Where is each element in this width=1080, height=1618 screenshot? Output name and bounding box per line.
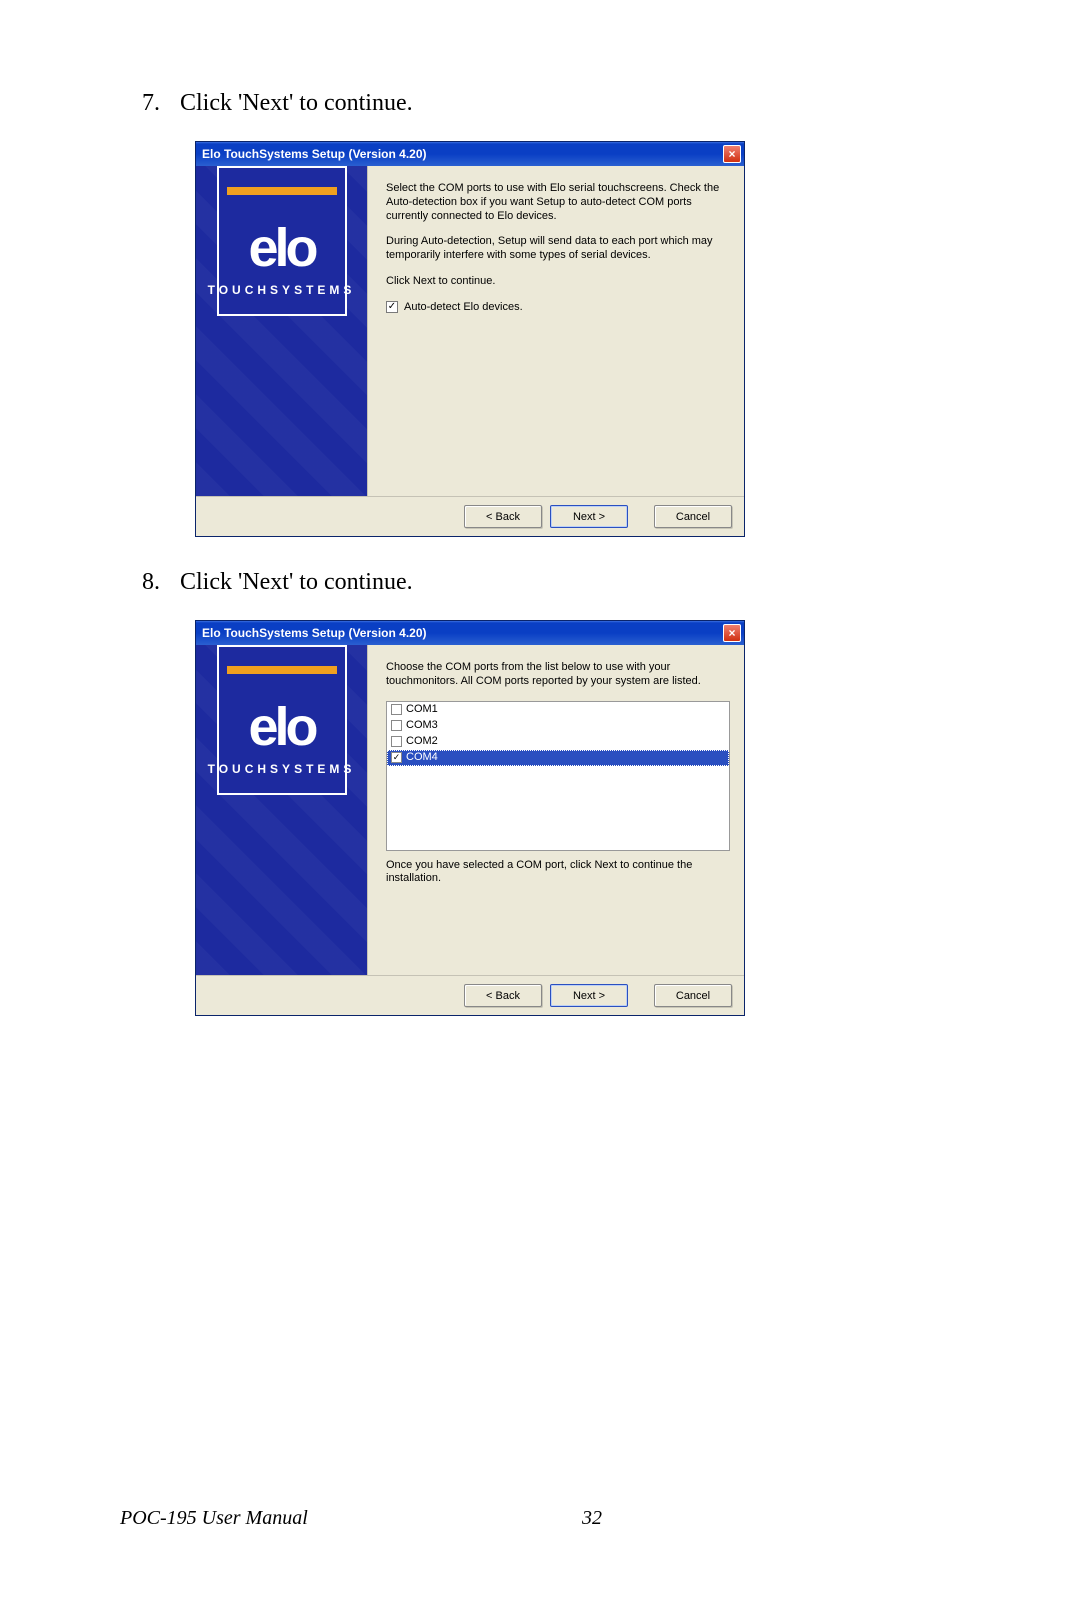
logo-word: elo bbox=[248, 680, 314, 752]
next-label: Next > bbox=[573, 990, 605, 1002]
logo-subtext: TOUCHSYSTEMS bbox=[208, 283, 356, 297]
next-label: Next > bbox=[573, 511, 605, 523]
doc-title: POC-195 User Manual bbox=[120, 1507, 582, 1530]
back-button[interactable]: < Back bbox=[464, 984, 542, 1007]
list-item[interactable]: COM2 bbox=[387, 734, 729, 750]
list-item-label: COM1 bbox=[406, 703, 438, 717]
step-number: 7. bbox=[120, 90, 180, 117]
autodetect-checkbox[interactable] bbox=[386, 301, 398, 313]
com1-checkbox[interactable] bbox=[391, 704, 402, 715]
content-panel: Choose the COM ports from the list below… bbox=[368, 645, 744, 975]
cancel-button[interactable]: Cancel bbox=[654, 505, 732, 528]
step-text: Click 'Next' to continue. bbox=[180, 569, 413, 596]
next-button[interactable]: Next > bbox=[550, 984, 628, 1007]
dialog-body: elo TOUCHSYSTEMS Select the COM ports to… bbox=[196, 166, 744, 496]
list-item[interactable]: COM3 bbox=[387, 718, 729, 734]
window-title: Elo TouchSystems Setup (Version 4.20) bbox=[202, 147, 427, 161]
step-8-row: 8. Click 'Next' to continue. bbox=[120, 569, 960, 596]
instruction-p2: Once you have selected a COM port, click… bbox=[386, 859, 730, 887]
instruction-p1: Choose the COM ports from the list below… bbox=[386, 661, 730, 689]
list-item-label: COM4 bbox=[406, 751, 438, 765]
close-icon: × bbox=[728, 148, 735, 160]
cancel-button[interactable]: Cancel bbox=[654, 984, 732, 1007]
elo-logo: elo TOUCHSYSTEMS bbox=[217, 645, 347, 795]
cancel-label: Cancel bbox=[676, 511, 710, 523]
autodetect-checkbox-row[interactable]: Auto-detect Elo devices. bbox=[386, 301, 730, 315]
dialog-body: elo TOUCHSYSTEMS Choose the COM ports fr… bbox=[196, 645, 744, 975]
next-button[interactable]: Next > bbox=[550, 505, 628, 528]
button-bar: < Back Next > Cancel bbox=[196, 496, 744, 536]
logo-word: elo bbox=[248, 201, 314, 273]
logo-bar bbox=[227, 187, 337, 195]
instruction-p3: Click Next to continue. bbox=[386, 275, 730, 289]
setup-dialog-autodetect: Elo TouchSystems Setup (Version 4.20) × … bbox=[195, 141, 745, 537]
step-text: Click 'Next' to continue. bbox=[180, 90, 413, 117]
page-footer: POC-195 User Manual 32 bbox=[120, 1507, 960, 1530]
list-item-label: COM3 bbox=[406, 719, 438, 733]
side-panel: elo TOUCHSYSTEMS bbox=[196, 166, 368, 496]
logo-bar bbox=[227, 666, 337, 674]
list-item-label: COM2 bbox=[406, 735, 438, 749]
cancel-label: Cancel bbox=[676, 990, 710, 1002]
step-number: 8. bbox=[120, 569, 180, 596]
back-button[interactable]: < Back bbox=[464, 505, 542, 528]
back-label: < Back bbox=[486, 990, 520, 1002]
autodetect-label: Auto-detect Elo devices. bbox=[404, 301, 523, 315]
com3-checkbox[interactable] bbox=[391, 720, 402, 731]
close-icon: × bbox=[728, 627, 735, 639]
com4-checkbox[interactable] bbox=[391, 752, 402, 763]
page-number: 32 bbox=[582, 1507, 602, 1530]
button-bar: < Back Next > Cancel bbox=[196, 975, 744, 1015]
side-panel: elo TOUCHSYSTEMS bbox=[196, 645, 368, 975]
logo-subtext: TOUCHSYSTEMS bbox=[208, 762, 356, 776]
close-button[interactable]: × bbox=[723, 624, 741, 642]
list-item[interactable]: COM1 bbox=[387, 702, 729, 718]
com-port-listbox[interactable]: COM1 COM3 COM2 COM4 bbox=[386, 701, 730, 851]
instruction-p2: During Auto-detection, Setup will send d… bbox=[386, 235, 730, 263]
titlebar: Elo TouchSystems Setup (Version 4.20) × bbox=[196, 621, 744, 645]
page-content: 7. Click 'Next' to continue. Elo TouchSy… bbox=[0, 0, 1080, 1016]
back-label: < Back bbox=[486, 511, 520, 523]
window-title: Elo TouchSystems Setup (Version 4.20) bbox=[202, 626, 427, 640]
content-panel: Select the COM ports to use with Elo ser… bbox=[368, 166, 744, 496]
instruction-p1: Select the COM ports to use with Elo ser… bbox=[386, 182, 730, 223]
setup-dialog-comports: Elo TouchSystems Setup (Version 4.20) × … bbox=[195, 620, 745, 1016]
close-button[interactable]: × bbox=[723, 145, 741, 163]
titlebar: Elo TouchSystems Setup (Version 4.20) × bbox=[196, 142, 744, 166]
elo-logo: elo TOUCHSYSTEMS bbox=[217, 166, 347, 316]
list-item-selected[interactable]: COM4 bbox=[387, 750, 729, 766]
step-7-row: 7. Click 'Next' to continue. bbox=[120, 90, 960, 117]
com2-checkbox[interactable] bbox=[391, 736, 402, 747]
